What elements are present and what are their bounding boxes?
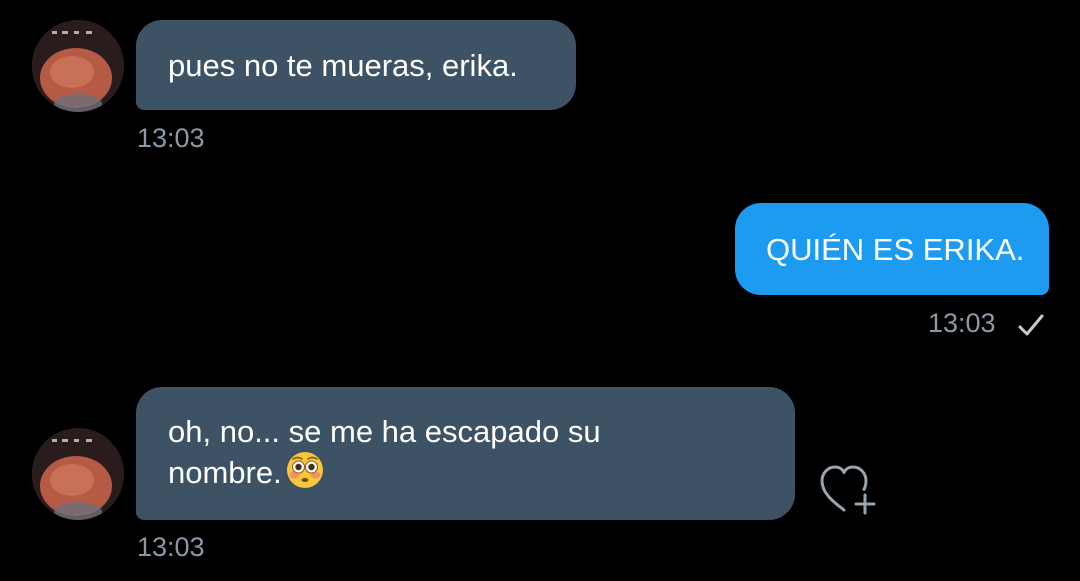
contact-avatar[interactable]	[32, 428, 124, 520]
message-text: pues no te mueras, erika.	[168, 48, 518, 83]
message-bubble-incoming[interactable]: oh, no... se me ha escapado su nombre.	[136, 387, 795, 520]
contact-avatar[interactable]	[32, 20, 124, 112]
heart-plus-icon[interactable]	[818, 462, 878, 518]
message-text: QUIÉN ES ERIKA.	[766, 232, 1025, 267]
message-bubble-incoming[interactable]: pues no te mueras, erika.	[136, 20, 576, 110]
message-timestamp: 13:03	[137, 532, 205, 562]
message-text-line: nombre.	[168, 451, 795, 498]
message-text-line: oh, no... se me ha escapado su	[168, 414, 601, 449]
message-bubble-outgoing[interactable]: QUIÉN ES ERIKA.	[735, 203, 1049, 295]
check-icon	[1018, 314, 1044, 336]
flushed-face-emoji	[286, 451, 324, 498]
message-timestamp: 13:03	[137, 123, 205, 153]
message-timestamp: 13:03	[928, 308, 996, 338]
